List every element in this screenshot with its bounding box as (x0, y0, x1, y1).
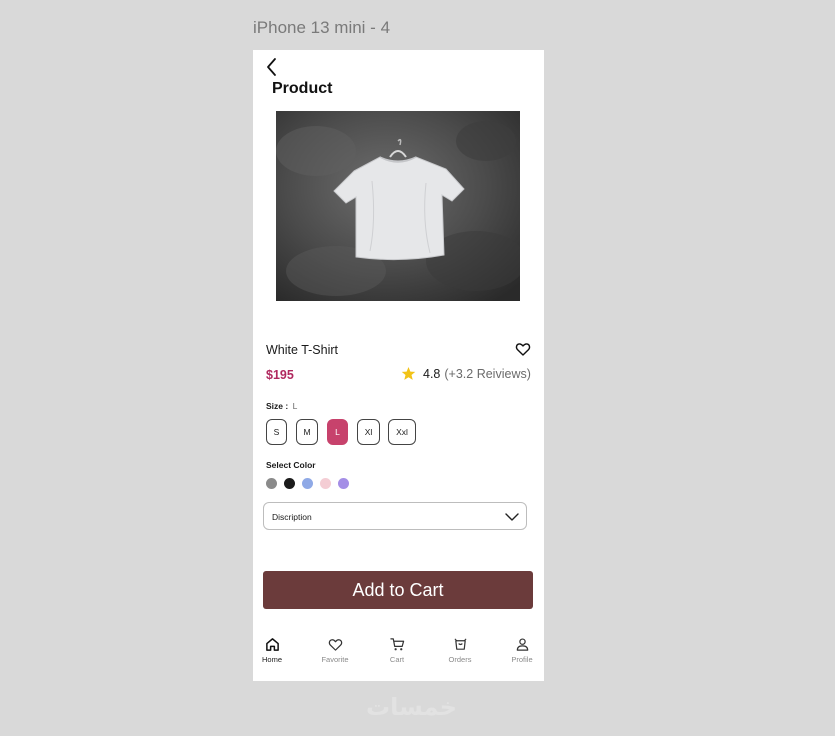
orders-icon (454, 638, 466, 650)
color-swatch-gray[interactable] (266, 478, 277, 489)
cart-icon (389, 638, 404, 651)
color-swatch-purple[interactable] (338, 478, 349, 489)
size-label-text: Size : (266, 401, 289, 411)
size-option-m[interactable]: M (296, 419, 318, 445)
product-image (276, 111, 520, 301)
phone-screen: Product White T-Shirt $195 4.8 (+3.2 Rei… (253, 50, 544, 681)
color-swatch-pink[interactable] (320, 478, 331, 489)
rating-reviews: (+3.2 Reiviews) (444, 366, 531, 381)
size-option-xxl[interactable]: Xxl (388, 419, 416, 445)
tab-home-label: Home (261, 655, 282, 664)
product-name: White T-Shirt (266, 343, 339, 357)
color-swatch-black[interactable] (284, 478, 295, 489)
page-title: Product (272, 80, 333, 97)
color-swatch-blue[interactable] (302, 478, 313, 489)
tab-profile[interactable]: Profile (497, 637, 547, 664)
tab-cart-label: Cart (389, 655, 405, 664)
description-dropdown[interactable]: Discription (263, 502, 527, 530)
frame-label: iPhone 13 mini - 4 (253, 18, 391, 37)
tab-orders[interactable]: Orders (435, 637, 485, 664)
home-icon (265, 638, 279, 651)
product-price: $195 (266, 368, 294, 382)
size-option-l[interactable]: L (327, 419, 348, 445)
size-options: S M L Xl Xxl (266, 419, 536, 445)
product-rating: 4.8 (+3.2 Reiviews) (401, 366, 531, 381)
heart-icon (328, 639, 342, 651)
add-to-cart-button[interactable]: Add to Cart (263, 571, 533, 609)
chevron-down-icon (505, 513, 519, 521)
size-option-s[interactable]: S (266, 419, 287, 445)
tab-orders-label: Orders (448, 655, 472, 664)
tab-favorite-label: Favorite (321, 655, 349, 664)
favorite-button[interactable] (515, 341, 531, 357)
back-button[interactable] (263, 56, 281, 78)
size-selected-value: L (292, 401, 298, 411)
size-option-xl[interactable]: Xl (357, 419, 380, 445)
watermark: خمسات (366, 694, 457, 721)
profile-icon (516, 638, 528, 651)
star-icon (401, 366, 416, 380)
tab-profile-label: Profile (511, 655, 533, 664)
tab-home[interactable]: Home (247, 637, 297, 664)
rating-score: 4.8 (423, 366, 441, 381)
chevron-left-icon (267, 58, 276, 76)
tab-favorite[interactable]: Favorite (310, 637, 360, 664)
heart-icon (515, 343, 531, 356)
description-label: Discription (272, 512, 312, 522)
size-label: Size : L (266, 401, 297, 411)
color-label: Select Color (266, 460, 316, 470)
tab-cart[interactable]: Cart (372, 637, 422, 664)
